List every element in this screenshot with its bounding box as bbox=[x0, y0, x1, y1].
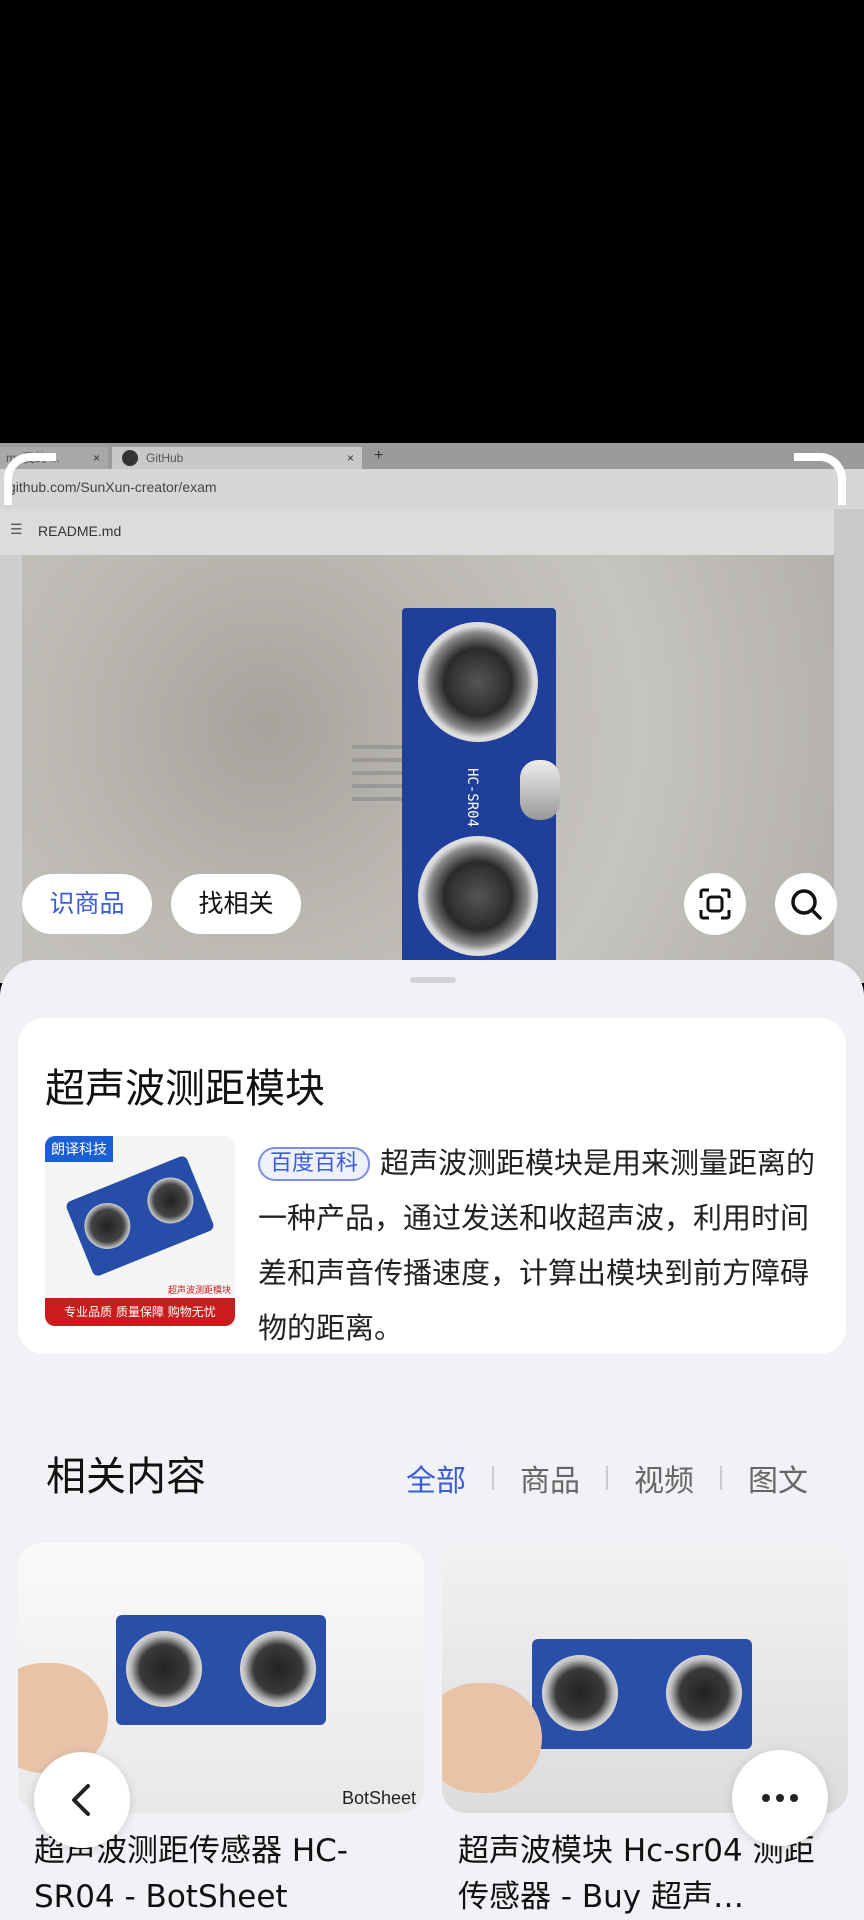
captured-readme: ☰ README.md bbox=[0, 509, 834, 555]
transducer-bottom bbox=[418, 836, 538, 956]
crop-corner-top-right[interactable] bbox=[794, 453, 846, 505]
filter-divider bbox=[606, 1466, 608, 1490]
filter-divider bbox=[492, 1466, 494, 1490]
related-heading: 相关内容 bbox=[46, 1454, 206, 1500]
baike-tag[interactable]: 百度百科 bbox=[258, 1147, 371, 1181]
thumb-module-image bbox=[64, 1154, 216, 1278]
filter-articles[interactable]: 图文 bbox=[748, 1456, 808, 1500]
captured-browser-tabs: m: 我的 ... × GitHub × + bbox=[0, 443, 864, 469]
frame-scan-icon bbox=[699, 888, 731, 920]
back-button[interactable] bbox=[34, 1752, 130, 1848]
results-sheet[interactable]: 超声波测距模块 朗译科技 超声波测距模块 专业品质 质量保障 购物无忧 百度百科… bbox=[0, 960, 864, 1920]
crop-corner-top-left[interactable] bbox=[4, 453, 56, 505]
captured-tab-2-label: GitHub bbox=[146, 451, 184, 465]
result-thumbnail[interactable]: 朗译科技 超声波测距模块 专业品质 质量保障 购物无忧 bbox=[45, 1136, 235, 1326]
sensor-label: HC-SR04 bbox=[464, 768, 480, 828]
board-transducer bbox=[542, 1655, 618, 1731]
captured-url: github.com/SunXun-creator/exam bbox=[0, 469, 864, 509]
filter-all[interactable]: 全部 bbox=[406, 1456, 466, 1500]
thumb-strip: 专业品质 质量保障 购物无忧 bbox=[45, 1298, 235, 1326]
thumb-badge: 朗译科技 bbox=[45, 1136, 113, 1162]
captured-readme-label: README.md bbox=[38, 523, 122, 539]
thumb-caption: 超声波测距模块 bbox=[167, 1286, 231, 1296]
related-filters: 全部 商品 视频 图文 bbox=[406, 1456, 808, 1500]
photo-frame-left bbox=[0, 555, 22, 983]
scan-frame-button[interactable] bbox=[684, 873, 746, 935]
result-description: 百度百科 超声波测距模块是用来测量距离的一种产品，通过发送和收超声波，利用时间差和… bbox=[258, 1136, 818, 1356]
sensor-module: HC-SR04 bbox=[402, 608, 560, 983]
result-title: 超声波测距模块 bbox=[45, 1066, 325, 1112]
more-icon bbox=[762, 1794, 798, 1802]
board-transducer bbox=[666, 1655, 742, 1731]
search-button[interactable] bbox=[775, 873, 837, 935]
captured-plus-icon: + bbox=[374, 447, 384, 464]
watermark: BotSheet bbox=[341, 1788, 416, 1808]
captured-list-icon: ☰ bbox=[10, 521, 23, 537]
screen: m: 我的 ... × GitHub × + github.com/SunXun-c… bbox=[0, 0, 864, 1920]
photo-frame-right bbox=[834, 509, 864, 983]
filter-videos[interactable]: 视频 bbox=[634, 1456, 694, 1500]
board-transducer bbox=[240, 1631, 316, 1707]
hand bbox=[442, 1683, 542, 1793]
back-arrow-icon bbox=[72, 1784, 90, 1816]
more-button[interactable] bbox=[732, 1750, 828, 1846]
find-related-button[interactable]: 找相关 bbox=[171, 874, 301, 934]
github-icon bbox=[122, 450, 138, 466]
crystal-oscillator bbox=[520, 760, 560, 820]
filter-products[interactable]: 商品 bbox=[520, 1456, 580, 1500]
identify-product-button[interactable]: 识商品 bbox=[22, 874, 152, 934]
search-icon bbox=[791, 889, 822, 920]
sheet-drag-handle[interactable] bbox=[410, 977, 456, 983]
sensor-pins bbox=[352, 745, 404, 801]
filter-divider bbox=[720, 1466, 722, 1490]
product-board bbox=[116, 1615, 326, 1725]
board-transducer bbox=[126, 1631, 202, 1707]
transducer-top bbox=[418, 622, 538, 742]
result-card[interactable]: 超声波测距模块 朗译科技 超声波测距模块 专业品质 质量保障 购物无忧 百度百科… bbox=[18, 1018, 846, 1354]
captured-tab-2: GitHub × bbox=[112, 447, 362, 469]
product-board bbox=[532, 1639, 752, 1749]
